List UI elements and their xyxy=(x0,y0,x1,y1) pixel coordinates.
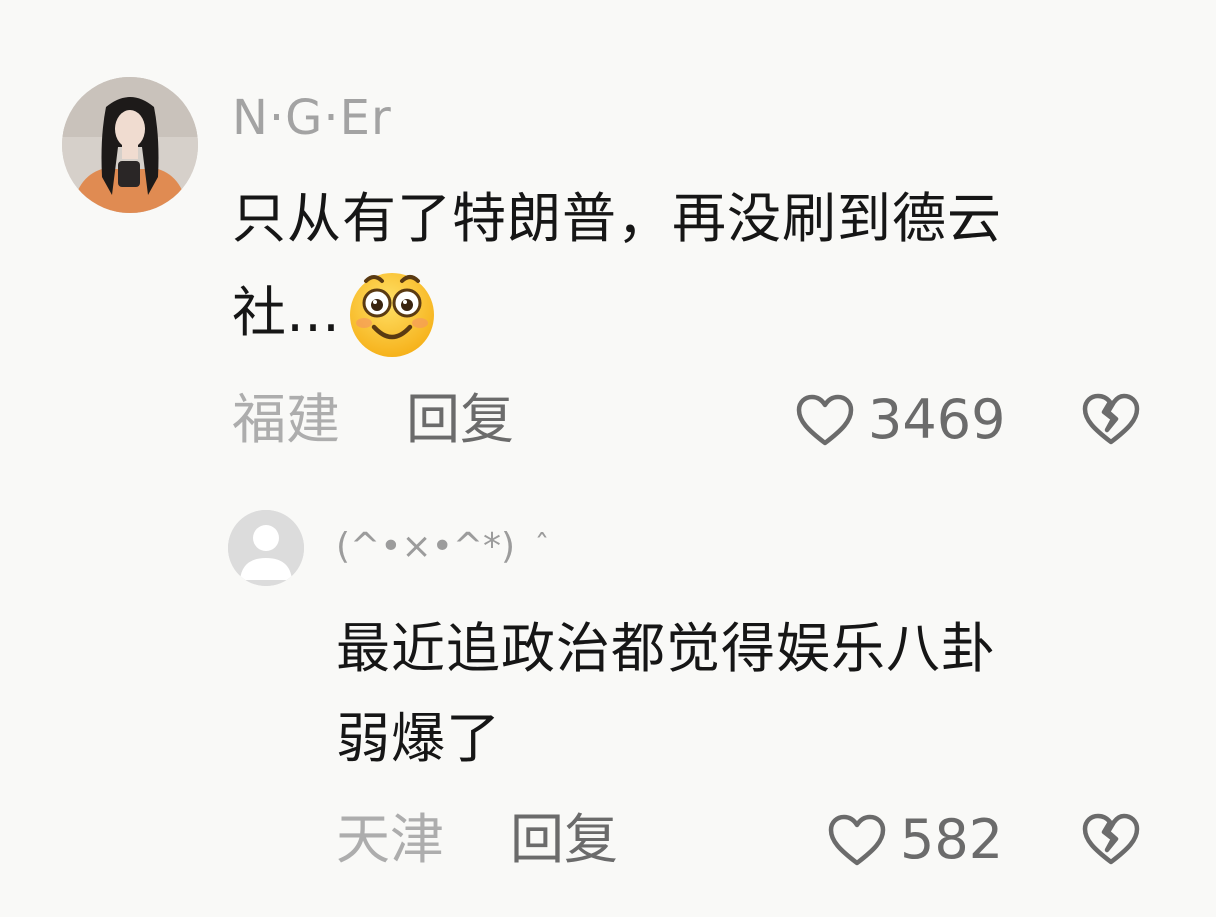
reply-comment-item: (^•×•^*) ˆ 最近追政治都觉得娱乐八卦 弱爆了 天津 回复 582 xyxy=(0,480,1216,917)
username[interactable]: (^•×•^*) ˆ xyxy=(336,522,550,572)
default-avatar-icon[interactable] xyxy=(228,510,304,586)
comment-text-line: 只从有了特朗普，再没刷到德云 xyxy=(232,187,1002,250)
comment-text: 最近追政治都觉得娱乐八卦 弱爆了 xyxy=(336,604,1156,784)
reply-button[interactable]: 回复 xyxy=(510,810,618,870)
username-suffix: ˆ xyxy=(534,529,550,564)
reply-button[interactable]: 回复 xyxy=(406,390,514,450)
ip-location: 天津 xyxy=(336,808,444,871)
avatar-photo-icon xyxy=(62,77,198,213)
like-button[interactable]: 3469 xyxy=(796,390,1005,450)
username-text: (^•×•^*) xyxy=(336,526,516,567)
comment-text: 只从有了特朗普，再没刷到德云 社… xyxy=(232,172,1172,360)
like-button[interactable]: 582 xyxy=(828,810,1003,870)
like-count: 582 xyxy=(900,808,1004,871)
comment-meta-row: 天津 回复 582 xyxy=(336,810,1152,870)
comment-item: N·G·Er 只从有了特朗普，再没刷到德云 社… 福建 回复 3469 xyxy=(0,0,1216,460)
user-avatar[interactable] xyxy=(62,77,198,213)
ip-location: 福建 xyxy=(232,388,340,451)
broken-heart-icon[interactable] xyxy=(1082,812,1140,870)
comment-text-fragment: 社… xyxy=(232,281,340,344)
comment-text-line: 社… xyxy=(232,266,1172,360)
smiling-emoji-icon xyxy=(346,267,438,359)
comment-text-line: 最近追政治都觉得娱乐八卦 xyxy=(336,617,996,680)
like-count: 3469 xyxy=(868,388,1006,451)
heart-icon xyxy=(828,814,886,866)
heart-icon xyxy=(796,394,854,446)
comment-meta-row: 福建 回复 3469 xyxy=(232,390,1152,450)
broken-heart-icon[interactable] xyxy=(1082,392,1140,450)
username[interactable]: N·G·Er xyxy=(232,88,392,148)
comment-text-line: 弱爆了 xyxy=(336,707,501,770)
